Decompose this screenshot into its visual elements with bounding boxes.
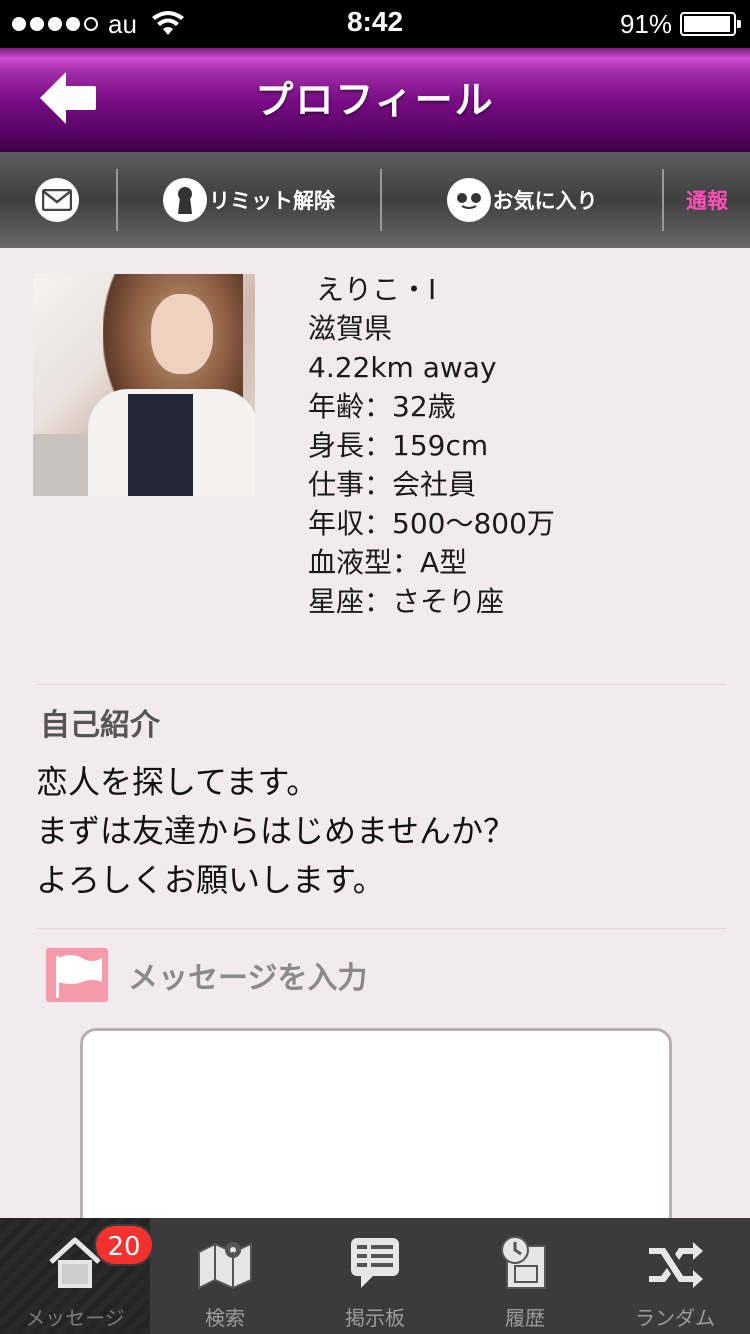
favorite-button[interactable]: お気に入り: [382, 152, 662, 248]
limit-release-button[interactable]: リミット解除: [118, 152, 380, 248]
battery-percent: 91%: [619, 8, 672, 39]
profile-age: 年齢：32歳: [308, 390, 456, 423]
tab-label: 掲示板: [345, 1306, 405, 1330]
profile-income: 年収：500～800万: [308, 507, 555, 540]
tab-message[interactable]: 20 メッセージ: [0, 1218, 154, 1334]
unread-badge: 20: [94, 1224, 154, 1266]
intro-title: 自己紹介: [40, 708, 160, 743]
profile-distance: 4.22km away: [308, 351, 497, 384]
message-label: メッセージを入力: [128, 961, 368, 996]
tab-search[interactable]: 検索: [150, 1218, 300, 1334]
tab-label: 履歴: [505, 1306, 545, 1330]
divider: [36, 928, 726, 929]
profile-name: えりこ・I: [316, 273, 437, 306]
tab-bar: 20 メッセージ 検索 掲示板 履歴 ランダム: [0, 1218, 750, 1334]
keyhole-icon: [163, 178, 207, 222]
history-icon: [501, 1236, 546, 1289]
smiley-icon: [446, 178, 491, 222]
profile-job: 仕事：会社員: [308, 468, 477, 501]
favorite-label: お気に入り: [492, 189, 598, 213]
tab-label: ランダム: [635, 1306, 715, 1330]
profile-photo[interactable]: [33, 274, 255, 496]
profile-blood-type: 血液型：A型: [308, 546, 468, 579]
header-bar: プロフィール: [0, 48, 750, 152]
tab-random[interactable]: ランダム: [600, 1218, 750, 1334]
divider: [36, 684, 726, 685]
tab-label: メッセージ: [25, 1306, 125, 1330]
message-section: メッセージを入力: [46, 948, 367, 1002]
mail-icon: [35, 178, 79, 222]
profile-prefecture: 滋賀県: [308, 312, 393, 345]
status-bar: au 8:42 91%: [0, 0, 750, 48]
limit-release-label: リミット解除: [209, 189, 335, 213]
report-button[interactable]: 通報: [664, 152, 750, 248]
mail-button[interactable]: [0, 152, 116, 248]
profile-zodiac: 星座：さそり座: [308, 585, 505, 618]
page-title: プロフィール: [255, 78, 495, 122]
intro-text: 恋人を探してます。 まずは友達からはじめませんか？ よろしくお願いします。: [36, 763, 516, 899]
tab-label: 検索: [205, 1306, 245, 1330]
action-bar: リミット解除 お気に入り 通報: [0, 152, 750, 248]
board-icon: [351, 1238, 399, 1288]
back-arrow-icon[interactable]: [36, 66, 100, 130]
profile-info: えりこ・I 滋賀県 4.22km away 年齢：32歳 身長：159cm 仕事…: [308, 270, 728, 621]
battery-icon: [680, 12, 741, 36]
tab-board[interactable]: 掲示板: [300, 1218, 450, 1334]
map-icon: [198, 1242, 252, 1290]
status-right: 91%: [619, 8, 741, 40]
random-icon: [649, 1242, 703, 1288]
profile-height: 身長：159cm: [308, 429, 489, 462]
tab-history[interactable]: 履歴: [450, 1218, 600, 1334]
flag-icon: [46, 948, 108, 1002]
